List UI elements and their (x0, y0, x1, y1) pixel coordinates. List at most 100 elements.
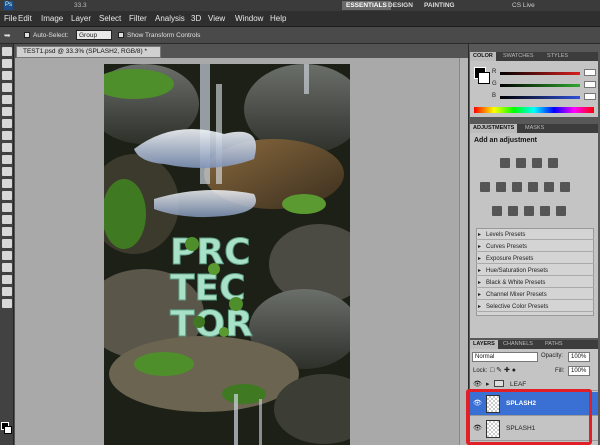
tab-layers[interactable]: LAYERS (470, 340, 498, 349)
menu-analysis[interactable]: Analysis (155, 14, 185, 23)
preset-label: Levels Presets (486, 232, 526, 238)
group-arrow-icon[interactable]: ▸ (486, 380, 490, 388)
adjustments-panel-tabs: ADJUSTMENTS MASKS (470, 124, 598, 133)
slider-r-label: R (492, 69, 497, 75)
tab-swatches[interactable]: SWATCHES (500, 52, 537, 61)
layers-panel-tabs: LAYERS CHANNELS PATHS (470, 340, 598, 349)
brush-tool[interactable] (2, 131, 12, 140)
color-balance-icon[interactable] (512, 182, 522, 192)
hue-saturation-icon[interactable] (496, 182, 506, 192)
canvas-scrollbar[interactable] (459, 58, 468, 445)
artwork-image[interactable]: PRC TEC TOR (104, 64, 350, 445)
fill-input[interactable]: 100% (568, 366, 590, 376)
menu-filter[interactable]: Filter (129, 14, 147, 23)
slider-b[interactable] (500, 96, 580, 99)
vibrance-icon[interactable] (480, 182, 490, 192)
marquee-tool[interactable] (2, 59, 12, 68)
slider-g-value[interactable] (584, 81, 596, 88)
invert-icon[interactable] (492, 206, 502, 216)
lock-icons[interactable]: □ ✎ ✚ ● (490, 366, 516, 374)
brightness-contrast-icon[interactable] (500, 158, 510, 168)
background-color-swatch[interactable] (4, 426, 12, 434)
auto-select-checkbox[interactable] (24, 32, 30, 38)
threshold-icon[interactable] (524, 206, 534, 216)
lasso-tool[interactable] (2, 71, 12, 80)
menu-layer[interactable]: Layer (71, 14, 91, 23)
menu-window[interactable]: Window (235, 14, 263, 23)
slider-r[interactable] (500, 72, 580, 75)
clone-stamp-tool[interactable] (2, 143, 12, 152)
tab-paths[interactable]: PATHS (542, 340, 566, 349)
slider-b-label: B (492, 93, 497, 99)
dodge-tool[interactable] (2, 203, 12, 212)
preset-levels[interactable]: ▸ Levels Presets (476, 230, 594, 240)
transform-controls-checkbox[interactable] (118, 32, 124, 38)
preset-hue-saturation[interactable]: ▸ Hue/Saturation Presets (476, 266, 594, 276)
menu-edit[interactable]: Edit (18, 14, 32, 23)
color-spectrum-bar[interactable] (474, 107, 594, 113)
menu-select[interactable]: Select (99, 14, 121, 23)
tab-color[interactable]: COLOR (470, 52, 496, 61)
preset-curves[interactable]: ▸ Curves Presets (476, 242, 594, 252)
zoom-level[interactable]: 33.3 (70, 1, 91, 10)
gradient-map-icon[interactable] (540, 206, 550, 216)
layer-name[interactable]: LEAF (510, 381, 526, 388)
pen-tool[interactable] (2, 215, 12, 224)
tab-masks[interactable]: MASKS (522, 124, 547, 133)
channel-mixer-icon[interactable] (560, 182, 570, 192)
visibility-eye-icon[interactable]: 👁 (473, 381, 482, 388)
cs-live-button[interactable]: CS Live (508, 1, 539, 10)
menu-help[interactable]: Help (270, 14, 286, 23)
levels-icon[interactable] (516, 158, 526, 168)
selective-color-icon[interactable] (556, 206, 566, 216)
tab-channels[interactable]: CHANNELS (500, 340, 536, 349)
3d-orbit-tool[interactable] (2, 275, 12, 284)
hand-tool[interactable] (2, 287, 12, 296)
preset-black-white[interactable]: ▸ Black & White Presets (476, 278, 594, 288)
posterize-icon[interactable] (508, 206, 518, 216)
path-select-tool[interactable] (2, 239, 12, 248)
slider-r-value[interactable] (584, 69, 596, 76)
menu-3d[interactable]: 3D (191, 14, 201, 23)
move-tool[interactable] (2, 47, 12, 56)
shape-tool[interactable] (2, 251, 12, 260)
menu-view[interactable]: View (208, 14, 225, 23)
zoom-tool[interactable] (2, 299, 12, 308)
tab-adjustments[interactable]: ADJUSTMENTS (470, 124, 518, 133)
menu-file[interactable]: File (4, 14, 17, 23)
crop-tool[interactable] (2, 95, 12, 104)
healing-tool[interactable] (2, 119, 12, 128)
application-bar: Ps 33.3 ESSENTIALS DESIGN PAINTING CS Li… (0, 0, 600, 11)
history-brush-tool[interactable] (2, 155, 12, 164)
preset-channel-mixer[interactable]: ▸ Channel Mixer Presets (476, 290, 594, 300)
adjustments-heading: Add an adjustment (474, 137, 538, 144)
workspace-painting[interactable]: PAINTING (420, 1, 459, 10)
photo-filter-icon[interactable] (544, 182, 554, 192)
menu-image[interactable]: Image (41, 14, 63, 23)
background-color-chip[interactable] (478, 72, 490, 84)
move-tool-icon[interactable]: ➥ (4, 31, 11, 40)
auto-select-dropdown[interactable]: Group (76, 30, 112, 40)
blur-tool[interactable] (2, 191, 12, 200)
3d-rotate-tool[interactable] (2, 263, 12, 272)
blend-mode-dropdown[interactable]: Normal (472, 352, 538, 362)
type-tool[interactable] (2, 227, 12, 236)
preset-selective-color[interactable]: ▸ Selective Color Presets (476, 302, 594, 312)
slider-b-value[interactable] (584, 93, 596, 100)
slider-g-label: G (492, 81, 497, 87)
eyedropper-tool[interactable] (2, 107, 12, 116)
eraser-tool[interactable] (2, 167, 12, 176)
tab-styles[interactable]: STYLES (544, 52, 571, 61)
expand-arrow-icon: ▸ (478, 232, 482, 238)
slider-g[interactable] (500, 84, 580, 87)
exposure-icon[interactable] (548, 158, 558, 168)
gradient-tool[interactable] (2, 179, 12, 188)
workspace-design[interactable]: DESIGN (384, 1, 417, 10)
document-tab[interactable]: TEST1.psd @ 33.3% (SPLASH2, RGB/8) * (16, 46, 161, 58)
quick-select-tool[interactable] (2, 83, 12, 92)
opacity-input[interactable]: 100% (568, 352, 590, 362)
curves-icon[interactable] (532, 158, 542, 168)
expand-arrow-icon: ▸ (478, 244, 482, 250)
black-white-icon[interactable] (528, 182, 538, 192)
preset-exposure[interactable]: ▸ Exposure Presets (476, 254, 594, 264)
